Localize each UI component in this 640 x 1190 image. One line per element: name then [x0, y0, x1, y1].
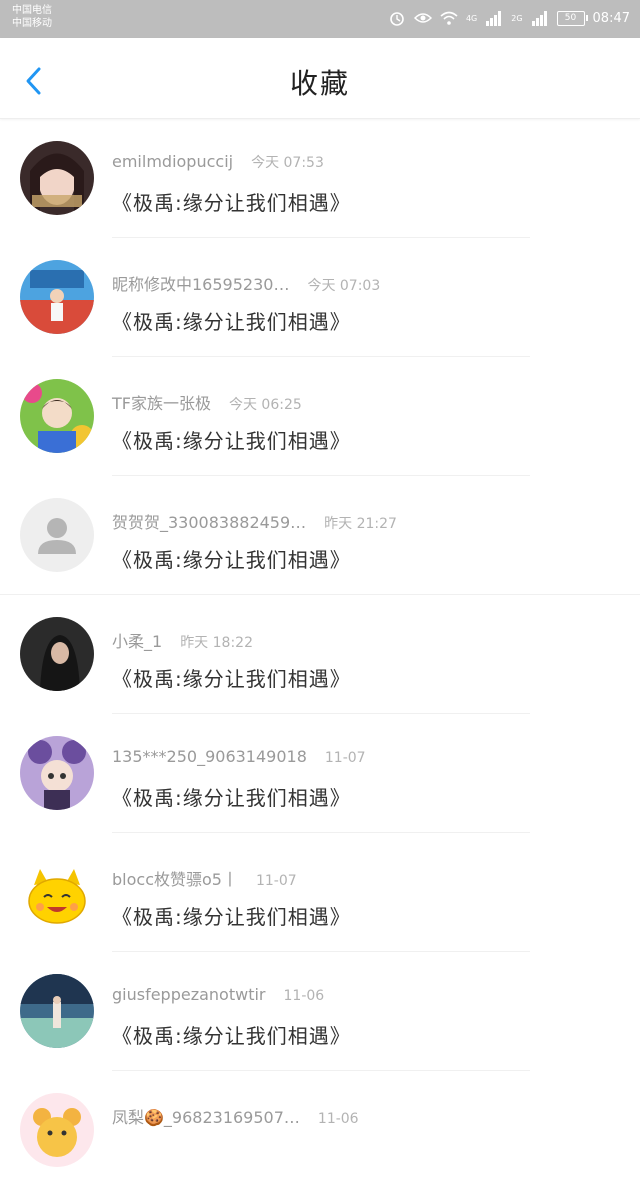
user-name[interactable]: TF家族一张极: [112, 390, 211, 414]
carrier-label-1: 中国电信: [12, 5, 52, 16]
story-title[interactable]: 《极禹:缘分让我们相遇》: [112, 425, 351, 454]
timestamp: 今天 06:25: [228, 397, 302, 413]
eye-icon: [413, 13, 432, 23]
story-title[interactable]: 《极禹:缘分让我们相遇》: [112, 782, 351, 811]
signal-icon-2: [531, 11, 547, 26]
user-name[interactable]: 昵称修改中16595230…: [112, 271, 289, 295]
list-item[interactable]: giusfeppezanotwtir 11-06 《极禹:缘分让我们相遇》: [0, 952, 640, 1071]
network-label-1: 4G: [465, 13, 478, 23]
list-item[interactable]: blocc枚赞骠o5丨 11-07 《极禹:缘分让我们相遇》: [0, 833, 640, 952]
avatar[interactable]: [20, 141, 94, 215]
status-icons: 4G 2G 50 08:47: [388, 9, 630, 27]
avatar[interactable]: [20, 974, 94, 1048]
list-item[interactable]: 昵称修改中16595230… 今天 07:03 《极禹:缘分让我们相遇》: [0, 238, 640, 357]
avatar[interactable]: [20, 379, 94, 453]
list-item[interactable]: 小柔_1 昨天 18:22 《极禹:缘分让我们相遇》: [0, 595, 640, 714]
user-name[interactable]: 135***250_9063149018: [112, 747, 307, 766]
timestamp: 昨天 18:22: [180, 635, 253, 651]
header-bar: 收藏: [0, 38, 640, 119]
timestamp: 11-07: [324, 750, 366, 766]
timestamp: 11-07: [255, 873, 297, 889]
list-item[interactable]: 凤梨🍪_96823169507… 11-06: [0, 1071, 640, 1190]
list-item[interactable]: TF家族一张极 今天 06:25 《极禹:缘分让我们相遇》: [0, 357, 640, 476]
timestamp: 11-06: [283, 988, 325, 1004]
avatar[interactable]: [20, 260, 94, 334]
list-item[interactable]: emilmdiopuccij 今天 07:53 《极禹:缘分让我们相遇》: [0, 119, 640, 238]
page-title: 收藏: [289, 67, 350, 100]
timestamp: 昨天 21:27: [324, 516, 397, 532]
default-avatar-icon[interactable]: [20, 498, 94, 572]
list-item[interactable]: 135***250_9063149018 11-07 《极禹:缘分让我们相遇》: [0, 714, 640, 833]
battery-icon: 50: [556, 10, 588, 26]
avatar[interactable]: [20, 617, 94, 691]
avatar[interactable]: [20, 1093, 94, 1167]
story-title[interactable]: 《极禹:缘分让我们相遇》: [112, 901, 351, 930]
story-title[interactable]: 《极禹:缘分让我们相遇》: [112, 306, 351, 335]
alarm-icon: [390, 12, 404, 26]
timestamp: 11-06: [317, 1111, 359, 1127]
wifi-icon: [440, 11, 458, 25]
status-time: 08:47: [592, 10, 630, 26]
story-title[interactable]: 《极禹:缘分让我们相遇》: [112, 663, 351, 692]
favorites-list: emilmdiopuccij 今天 07:53 《极禹:缘分让我们相遇》 昵称修…: [0, 119, 640, 1190]
user-name[interactable]: blocc枚赞骠o5丨: [112, 866, 238, 890]
story-title[interactable]: 《极禹:缘分让我们相遇》: [112, 187, 351, 216]
timestamp: 今天 07:03: [307, 278, 381, 294]
user-name[interactable]: giusfeppezanotwtir: [112, 985, 266, 1004]
carrier-info: 中国电信 中国移动: [12, 4, 52, 30]
user-name[interactable]: 贺贺贺_330083882459…: [112, 509, 306, 533]
user-name[interactable]: emilmdiopuccij: [112, 152, 233, 171]
signal-icon-1: [486, 11, 502, 26]
list-item[interactable]: 贺贺贺_330083882459… 昨天 21:27 《极禹:缘分让我们相遇》: [0, 476, 640, 595]
timestamp: 今天 07:53: [251, 155, 324, 171]
avatar[interactable]: [20, 855, 94, 929]
user-name[interactable]: 小柔_1: [112, 628, 162, 652]
status-bar: 中国电信 中国移动 4G 2G 50 08:47: [0, 0, 640, 38]
story-title[interactable]: 《极禹:缘分让我们相遇》: [112, 1020, 351, 1049]
carrier-label-2: 中国移动: [12, 18, 52, 29]
network-label-2: 2G: [511, 13, 523, 23]
avatar[interactable]: [20, 736, 94, 810]
story-title[interactable]: 《极禹:缘分让我们相遇》: [112, 544, 351, 573]
user-name[interactable]: 凤梨🍪_96823169507…: [112, 1104, 300, 1128]
